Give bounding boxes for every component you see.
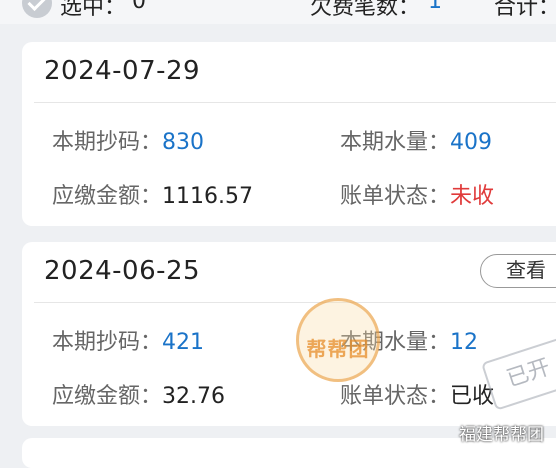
view-bill-button[interactable]: 查看 — [480, 254, 556, 288]
bill-card-header: 2024-06-25 — [22, 242, 556, 302]
bill-card-2024-07-29[interactable]: 2024-07-29 本期抄码：830 本期水量：409 应缴金额：1116.5… — [22, 42, 556, 226]
bill-status-row: 账单状态：已收 — [340, 378, 494, 410]
watermark-text: 福建帮帮团 — [459, 425, 544, 445]
water-usage-value: 12 — [450, 330, 479, 355]
selected-count: 0 — [132, 0, 146, 14]
total-label: 合计： — [494, 0, 556, 20]
seal-text: 帮帮团 — [306, 337, 370, 361]
amount-due-row: 应缴金额：32.76 — [52, 378, 225, 410]
meter-reading-row: 本期抄码：421 — [52, 324, 204, 356]
seal-stamp-icon: 帮帮团 — [296, 298, 380, 382]
bill-date: 2024-06-25 — [44, 256, 201, 286]
bill-card-2024-06-25[interactable]: 2024-06-25 查看 本期抄码：421 本期水量：12 应缴金额：32.7… — [22, 242, 556, 426]
divider — [34, 102, 556, 103]
bill-status-row: 账单状态：未收 — [340, 178, 494, 210]
bill-date: 2024-07-29 — [44, 56, 201, 86]
selected-label: 选中： — [60, 0, 127, 20]
water-usage-value: 409 — [450, 130, 493, 155]
bill-status-value: 已收 — [450, 384, 495, 409]
amount-due-row: 应缴金额：1116.57 — [52, 178, 253, 210]
bill-card-header: 2024-07-29 — [22, 42, 556, 102]
arrears-count: 1 — [428, 0, 442, 14]
divider — [34, 302, 556, 303]
bill-status-label: 账单状态： — [340, 184, 451, 209]
amount-due-value: 32.76 — [162, 384, 225, 409]
selection-summary-bar: 选中： 0 欠费笔数： 1 合计： — [0, 0, 556, 24]
water-usage-label: 本期水量： — [340, 130, 451, 155]
meter-reading-row: 本期抄码：830 — [52, 124, 204, 156]
amount-due-value: 1116.57 — [162, 184, 253, 209]
select-all-checkbox[interactable] — [22, 0, 52, 18]
bill-status-value: 未收 — [450, 184, 495, 209]
meter-reading-value: 830 — [162, 130, 205, 155]
watermark: 福建帮帮团 — [459, 420, 544, 445]
meter-reading-value: 421 — [162, 330, 205, 355]
meter-reading-label: 本期抄码： — [52, 330, 163, 355]
meter-reading-label: 本期抄码： — [52, 130, 163, 155]
amount-due-label: 应缴金额： — [52, 184, 163, 209]
water-usage-row: 本期水量：409 — [340, 124, 492, 156]
bill-status-label: 账单状态： — [340, 384, 451, 409]
amount-due-label: 应缴金额： — [52, 384, 163, 409]
arrears-count-label: 欠费笔数： — [310, 0, 421, 20]
